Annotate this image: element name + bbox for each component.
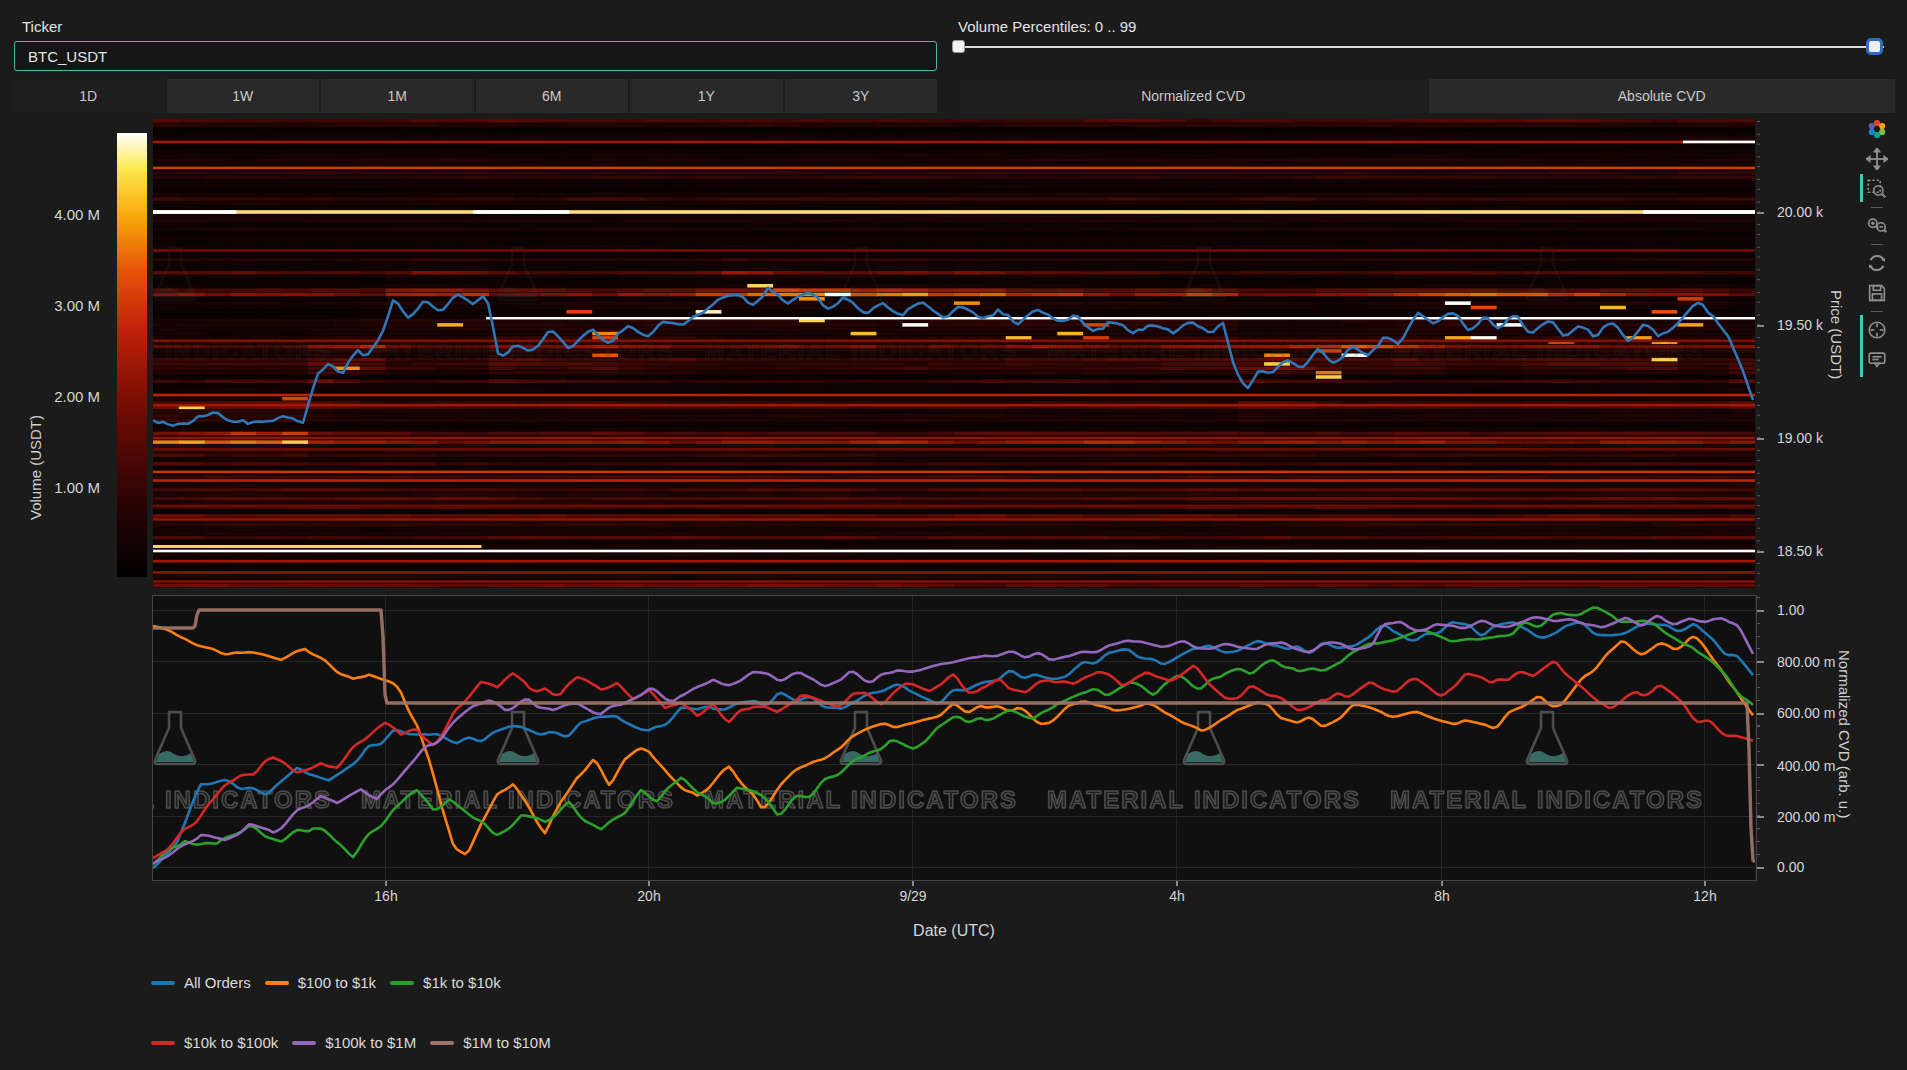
cvd-tick-200m: 200.00 m: [1777, 809, 1835, 825]
legend-item-1m-10m[interactable]: $1M to $10M: [430, 1034, 551, 1051]
ticker-label: Ticker: [22, 18, 62, 35]
cvd-tick-100: 1.00: [1777, 602, 1804, 618]
cvd-tick-600m: 600.00 m: [1777, 705, 1835, 721]
cvd-tickmark: [1757, 867, 1764, 869]
legend-row-2: $10k to $100k $100k to $1M $1M to $10M: [151, 1034, 551, 1051]
legend-swatch-1m-10m: [430, 1041, 454, 1045]
timeframe-button-group: 1D 1W 1M 6M 1Y 3Y: [12, 79, 937, 113]
legend-swatch-100-1k: [265, 981, 289, 985]
legend-row-1: All Orders $100 to $1k $1k to $10k: [151, 974, 501, 991]
timeframe-button-1w[interactable]: 1W: [167, 79, 320, 113]
cvd-tick-0: 0.00: [1777, 859, 1804, 875]
timeframe-button-3y[interactable]: 3Y: [785, 79, 938, 113]
x-tick-12h: 12h: [1693, 888, 1716, 904]
pan-icon[interactable]: [1864, 146, 1890, 172]
cvd-tickmark: [1757, 713, 1764, 715]
legend-item-100-1k[interactable]: $100 to $1k: [265, 974, 376, 991]
timeframe-button-1d[interactable]: 1D: [12, 79, 165, 113]
cvd-tickmark: [1757, 764, 1764, 766]
normalized-cvd-button[interactable]: Normalized CVD: [960, 79, 1427, 113]
plotly-logo-icon[interactable]: [1864, 116, 1890, 142]
cvd-button-group: Normalized CVD Absolute CVD: [960, 79, 1895, 113]
legend-item-100k-1m[interactable]: $100k to $1M: [292, 1034, 416, 1051]
cvd-tickmark: [1757, 816, 1764, 818]
price-tick-195k: 19.50 k: [1777, 317, 1823, 333]
volume-axis-title: Volume (USDT): [27, 415, 44, 520]
legend-item-10k-100k[interactable]: $10k to $100k: [151, 1034, 278, 1051]
price-axis-title: Price (USDT): [1828, 290, 1845, 379]
plotly-modebar: [1864, 116, 1890, 377]
x-tickmark: [1441, 881, 1443, 886]
volume-heatmap-chart[interactable]: [153, 119, 1755, 588]
timeframe-button-1y[interactable]: 1Y: [630, 79, 783, 113]
zoom-in-out-icon[interactable]: [1864, 213, 1890, 239]
x-tick-20h: 20h: [637, 888, 660, 904]
legend-swatch-1k-10k: [390, 981, 414, 985]
legend-item-1k-10k[interactable]: $1k to $10k: [390, 974, 501, 991]
legend-swatch-100k-1m: [292, 1041, 316, 1045]
cvd-tickmark: [1757, 661, 1764, 663]
normalized-cvd-chart[interactable]: [153, 596, 1755, 880]
volume-percentiles-label: Volume Percentiles: 0 .. 99: [958, 18, 1136, 35]
x-tickmark: [912, 881, 914, 886]
ticker-input[interactable]: [14, 41, 937, 71]
x-axis-title: Date (UTC): [913, 922, 995, 940]
x-tick-4h: 4h: [1169, 888, 1185, 904]
price-tick-20k: 20.00 k: [1777, 204, 1823, 220]
colorbar-tick-1m: 1.00 M: [5, 479, 100, 496]
cvd-tick-400m: 400.00 m: [1777, 758, 1835, 774]
firecharts-app: { "ticker": { "label": "Ticker", "value"…: [0, 0, 1907, 1070]
price-tick-185k: 18.50 k: [1777, 543, 1823, 559]
cvd-axis-title: Normalized CVD (arb. u.): [1836, 650, 1853, 818]
x-tickmark: [1704, 881, 1706, 886]
zoom-box-icon[interactable]: [1864, 176, 1890, 202]
percentile-slider-handle-min[interactable]: [952, 40, 965, 53]
x-tick-8h: 8h: [1434, 888, 1450, 904]
spikelines-icon[interactable]: [1864, 317, 1890, 343]
x-tick-16h: 16h: [374, 888, 397, 904]
reset-axes-icon[interactable]: [1864, 250, 1890, 276]
cvd-minor-ticks: [1757, 597, 1760, 880]
absolute-cvd-button[interactable]: Absolute CVD: [1429, 79, 1896, 113]
x-tickmark: [1176, 881, 1178, 886]
cvd-tickmark: [1757, 610, 1764, 612]
colorbar-tick-3m: 3.00 M: [5, 297, 100, 314]
hover-tooltip-icon[interactable]: [1864, 347, 1890, 373]
x-tickmark: [385, 881, 387, 886]
legend-swatch-all-orders: [151, 981, 175, 985]
volume-colorbar: [117, 133, 147, 577]
timeframe-button-6m[interactable]: 6M: [476, 79, 629, 113]
timeframe-button-1m[interactable]: 1M: [321, 79, 474, 113]
legend-item-all-orders[interactable]: All Orders: [151, 974, 251, 991]
percentile-slider-track[interactable]: [958, 46, 1884, 48]
cvd-tick-800m: 800.00 m: [1777, 654, 1835, 670]
colorbar-tick-4m: 4.00 M: [5, 206, 100, 223]
save-snapshot-icon[interactable]: [1864, 280, 1890, 306]
colorbar-tick-2m: 2.00 M: [5, 388, 100, 405]
x-tick-929: 9/29: [899, 888, 926, 904]
price-minor-ticks: [1757, 121, 1760, 586]
percentile-slider-handle-max[interactable]: [1866, 38, 1883, 55]
price-tick-19k: 19.00 k: [1777, 430, 1823, 446]
x-tickmark: [648, 881, 650, 886]
legend-swatch-10k-100k: [151, 1041, 175, 1045]
